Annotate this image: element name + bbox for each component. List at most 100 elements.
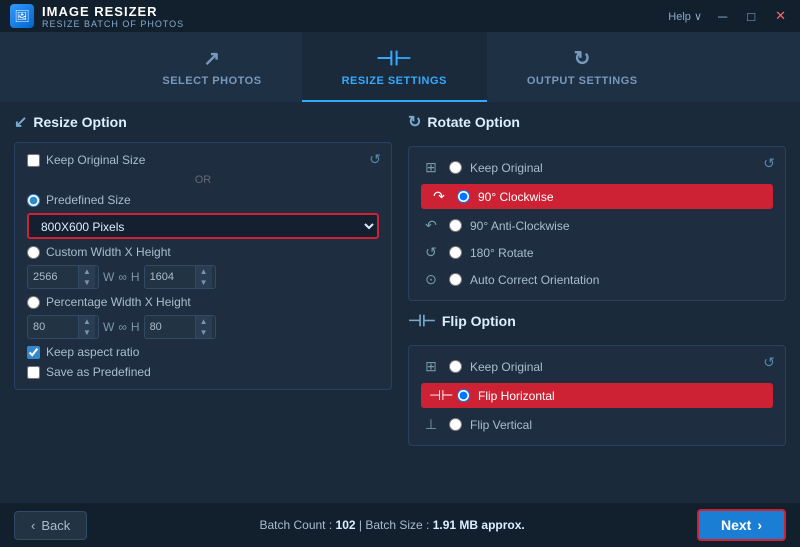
batch-size-prefix: | Batch Size : [356,518,433,532]
flip-vertical-icon: ⊥ [421,416,441,433]
select-photos-icon: ↗ [203,46,220,71]
flip-keep-icon: ⊞ [421,358,441,375]
or-divider: OR [27,174,379,186]
flip-vertical-radio[interactable] [449,418,462,431]
pct-height-spinbox[interactable]: ▲ ▼ [144,315,216,339]
pct-wh-spinbox-row: ▲ ▼ W ∞ H ▲ ▼ [27,315,379,339]
custom-height-down[interactable]: ▼ [196,277,212,288]
app-icon: 🖼 [10,4,34,28]
back-button[interactable]: ‹ Back [14,511,87,540]
flip-keep-radio[interactable] [449,360,462,373]
resize-reset-button[interactable]: ↺ [369,151,381,168]
rotate-90cw-icon: ↷ [429,188,449,205]
back-label: Back [41,518,70,533]
flip-title-icon: ⊣⊢ [408,311,436,331]
tab-output-settings[interactable]: ↻ OUTPUT SETTINGS [487,32,678,102]
predefined-dropdown-row: 800X600 Pixels 1024X768 Pixels 1280X720 … [27,213,379,239]
custom-width-spinbox[interactable]: ▲ ▼ [27,265,99,289]
rotate-auto-radio[interactable] [449,273,462,286]
custom-height-up[interactable]: ▲ [196,266,212,277]
close-button[interactable]: ✕ [771,8,790,24]
pct-width-spinbox[interactable]: ▲ ▼ [27,315,99,339]
batch-size: 1.91 MB approx. [433,518,525,532]
batch-count: 102 [336,518,356,532]
pct-height-up[interactable]: ▲ [196,316,212,327]
help-menu[interactable]: Help ∨ [668,10,702,23]
tab-output-settings-label: OUTPUT SETTINGS [527,75,638,87]
next-button[interactable]: Next › [697,509,786,541]
custom-height-spinbox[interactable]: ▲ ▼ [144,265,216,289]
flip-vertical-row: ⊥ Flip Vertical [421,414,773,435]
flip-reset-button[interactable]: ↺ [763,354,775,371]
width-label: W [103,270,114,284]
pct-height-down[interactable]: ▼ [196,327,212,338]
rotate-180-icon: ↺ [421,244,441,261]
rotate-keep-radio[interactable] [449,161,462,174]
pct-width-up[interactable]: ▲ [79,316,95,327]
app-title: IMAGE RESIZER RESIZE BATCH OF PHOTOS [42,4,184,29]
custom-wh-label: Custom Width X Height [46,245,171,259]
maximize-button[interactable]: □ [743,9,759,24]
main-content: ↙ Resize Option ↺ Keep Original Size OR … [0,102,800,503]
custom-height-input[interactable] [145,268,195,286]
save-predefined-label: Save as Predefined [46,365,151,379]
rotate-90cw-radio[interactable] [457,190,470,203]
flip-horizontal-radio[interactable] [457,389,470,402]
pct-height-arrows: ▲ ▼ [195,316,212,338]
flip-options-box: ↺ ⊞ Keep Original ⊣⊢ Flip Horizontal ⊥ F… [408,345,786,446]
rotate-auto-icon: ⊙ [421,271,441,288]
pct-width-arrows: ▲ ▼ [78,316,95,338]
keep-aspect-row: Keep aspect ratio [27,345,379,359]
tab-resize-settings-label: RESIZE SETTINGS [342,75,447,87]
custom-height-arrows: ▲ ▼ [195,266,212,288]
predefined-radio[interactable] [27,194,40,207]
custom-width-down[interactable]: ▼ [79,277,95,288]
rotate-reset-button[interactable]: ↺ [763,155,775,172]
tab-select-photos[interactable]: ↗ SELECT PHOTOS [122,32,301,102]
pct-height-input[interactable] [145,318,195,336]
flip-option-title: ⊣⊢ Flip Option [408,311,786,331]
minimize-button[interactable]: ─ [714,9,731,24]
app-title-main: IMAGE RESIZER [42,4,184,19]
rotate-180-row: ↺ 180° Rotate [421,242,773,263]
custom-width-input[interactable] [28,268,78,286]
save-predefined-row: Save as Predefined [27,365,379,379]
app-title-sub: RESIZE BATCH OF PHOTOS [42,19,184,29]
pct-wh-radio[interactable] [27,296,40,309]
resize-settings-icon: ⊣⊢ [376,46,412,71]
save-predefined-checkbox[interactable] [27,366,40,379]
pct-width-input[interactable] [28,318,78,336]
custom-width-up[interactable]: ▲ [79,266,95,277]
resize-option-title: ↙ Resize Option [14,112,392,132]
rotate-options-box: ↺ ⊞ Keep Original ↷ 90° Clockwise ↶ 90° … [408,146,786,301]
height-label: H [131,270,140,284]
pct-wh-row: Percentage Width X Height [27,295,379,309]
rotate-option-title: ↻ Rotate Option [408,112,786,132]
rotate-title-icon: ↻ [408,112,421,132]
resize-option-icon: ↙ [14,112,27,132]
predefined-size-select[interactable]: 800X600 Pixels 1024X768 Pixels 1280X720 … [27,213,379,239]
batch-count-prefix: Batch Count : [259,518,335,532]
rotate-90acw-label: 90° Anti-Clockwise [470,219,570,233]
link-icon: ∞ [118,270,127,284]
tab-nav: ↗ SELECT PHOTOS ⊣⊢ RESIZE SETTINGS ↻ OUT… [0,32,800,102]
flip-keep-label: Keep Original [470,360,543,374]
rotate-180-radio[interactable] [449,246,462,259]
tab-resize-settings[interactable]: ⊣⊢ RESIZE SETTINGS [302,32,487,102]
flip-horizontal-icon: ⊣⊢ [429,387,449,404]
rotate-keep-original-row: ⊞ Keep Original [421,157,773,178]
keep-aspect-checkbox[interactable] [27,346,40,359]
keep-original-checkbox[interactable] [27,154,40,167]
resize-options-box: ↺ Keep Original Size OR Predefined Size … [14,142,392,390]
custom-wh-radio[interactable] [27,246,40,259]
titlebar-right: Help ∨ ─ □ ✕ [668,8,790,24]
pct-width-down[interactable]: ▼ [79,327,95,338]
rotate-90acw-radio[interactable] [449,219,462,232]
flip-horizontal-row: ⊣⊢ Flip Horizontal [421,383,773,408]
next-icon: › [757,517,762,533]
predefined-label: Predefined Size [46,193,131,207]
rotate-auto-row: ⊙ Auto Correct Orientation [421,269,773,290]
rotate-auto-label: Auto Correct Orientation [470,273,599,287]
tab-select-photos-label: SELECT PHOTOS [162,75,261,87]
pct-link-icon: ∞ [118,320,127,334]
